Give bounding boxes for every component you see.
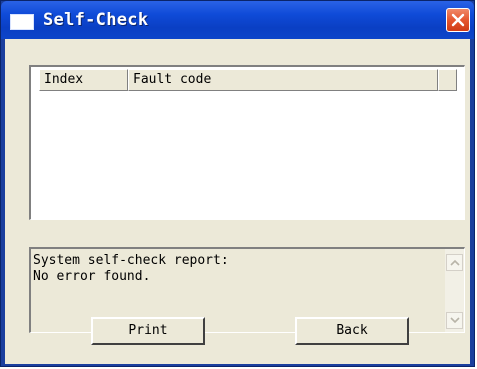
report-line-2: No error found. — [33, 269, 151, 284]
fault-list-header: Index Fault code — [39, 69, 457, 91]
column-header-blank[interactable] — [438, 69, 457, 91]
self-check-dialog: Self-Check Index Fault code System self-… — [0, 0, 475, 367]
window-icon — [10, 14, 34, 30]
fault-list[interactable]: Index Fault code — [29, 65, 465, 220]
report-line-1: System self-check report: — [33, 253, 229, 268]
print-button[interactable]: Print — [91, 317, 205, 345]
chevron-up-icon — [450, 259, 460, 266]
column-header-fault-code[interactable]: Fault code — [128, 69, 438, 91]
scroll-up-button[interactable] — [446, 254, 463, 271]
dialog-body: Index Fault code System self-check repor… — [5, 39, 470, 364]
scroll-down-button[interactable] — [446, 312, 463, 329]
report-scrollbar[interactable] — [445, 249, 464, 332]
window-title: Self-Check — [43, 10, 149, 30]
close-button[interactable] — [446, 8, 470, 32]
column-header-index[interactable]: Index — [39, 69, 128, 91]
report-text: System self-check report: No error found… — [33, 253, 229, 285]
back-button[interactable]: Back — [295, 317, 409, 345]
title-bar[interactable]: Self-Check — [1, 1, 474, 39]
chevron-down-icon — [450, 317, 460, 324]
close-icon — [451, 13, 465, 27]
